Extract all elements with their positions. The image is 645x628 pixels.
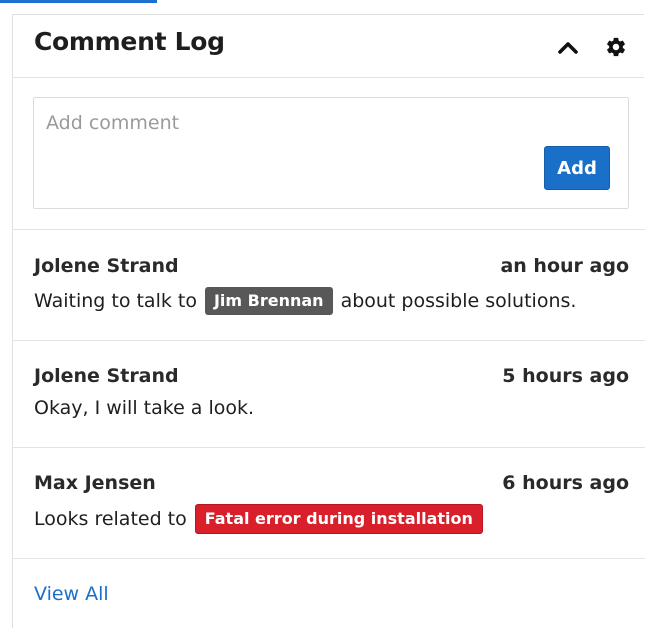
chevron-up-icon[interactable]: [556, 35, 580, 59]
divider: [13, 340, 645, 341]
comment-time: 5 hours ago: [502, 365, 629, 387]
view-all-link[interactable]: View All: [34, 583, 109, 605]
gear-icon[interactable]: [604, 35, 628, 59]
comment-author[interactable]: Max Jensen: [34, 472, 156, 494]
comment-text: Okay, I will take a look.: [34, 397, 255, 419]
comment-author[interactable]: Jolene Strand: [34, 365, 179, 387]
comment-time: an hour ago: [500, 255, 629, 277]
divider: [13, 229, 645, 230]
comment-item: Max Jensen 6 hours ago Looks related to …: [34, 472, 629, 534]
comment-body: Okay, I will take a look.: [34, 397, 254, 419]
comment-time: 6 hours ago: [502, 472, 629, 494]
comment-text: Looks related to: [34, 508, 187, 530]
top-link-underline[interactable]: [0, 0, 157, 3]
comment-author[interactable]: Jolene Strand: [34, 255, 179, 277]
divider: [13, 558, 645, 559]
divider: [13, 447, 645, 448]
add-comment-input[interactable]: [46, 108, 606, 138]
user-mention-tag[interactable]: Jim Brennan: [204, 287, 333, 315]
dashlet-header: Comment Log: [13, 15, 644, 78]
comment-log-dashlet: Comment Log Add Jolene Strand an hour ag…: [12, 14, 645, 628]
comment-body: Looks related to Fatal error during inst…: [34, 504, 491, 534]
comment-text: Waiting to talk to: [34, 290, 197, 312]
comment-item: Jolene Strand 5 hours ago Okay, I will t…: [34, 365, 629, 425]
comment-body: Waiting to talk to Jim Brennan about pos…: [34, 287, 576, 315]
comment-text: about possible solutions.: [340, 290, 577, 312]
add-comment-box: Add: [33, 97, 629, 209]
comment-item: Jolene Strand an hour ago Waiting to tal…: [34, 255, 629, 315]
bug-record-tag[interactable]: Fatal error during installation: [194, 504, 483, 534]
add-button[interactable]: Add: [544, 146, 610, 190]
header-actions: [556, 35, 628, 59]
dashlet-title: Comment Log: [34, 27, 225, 56]
